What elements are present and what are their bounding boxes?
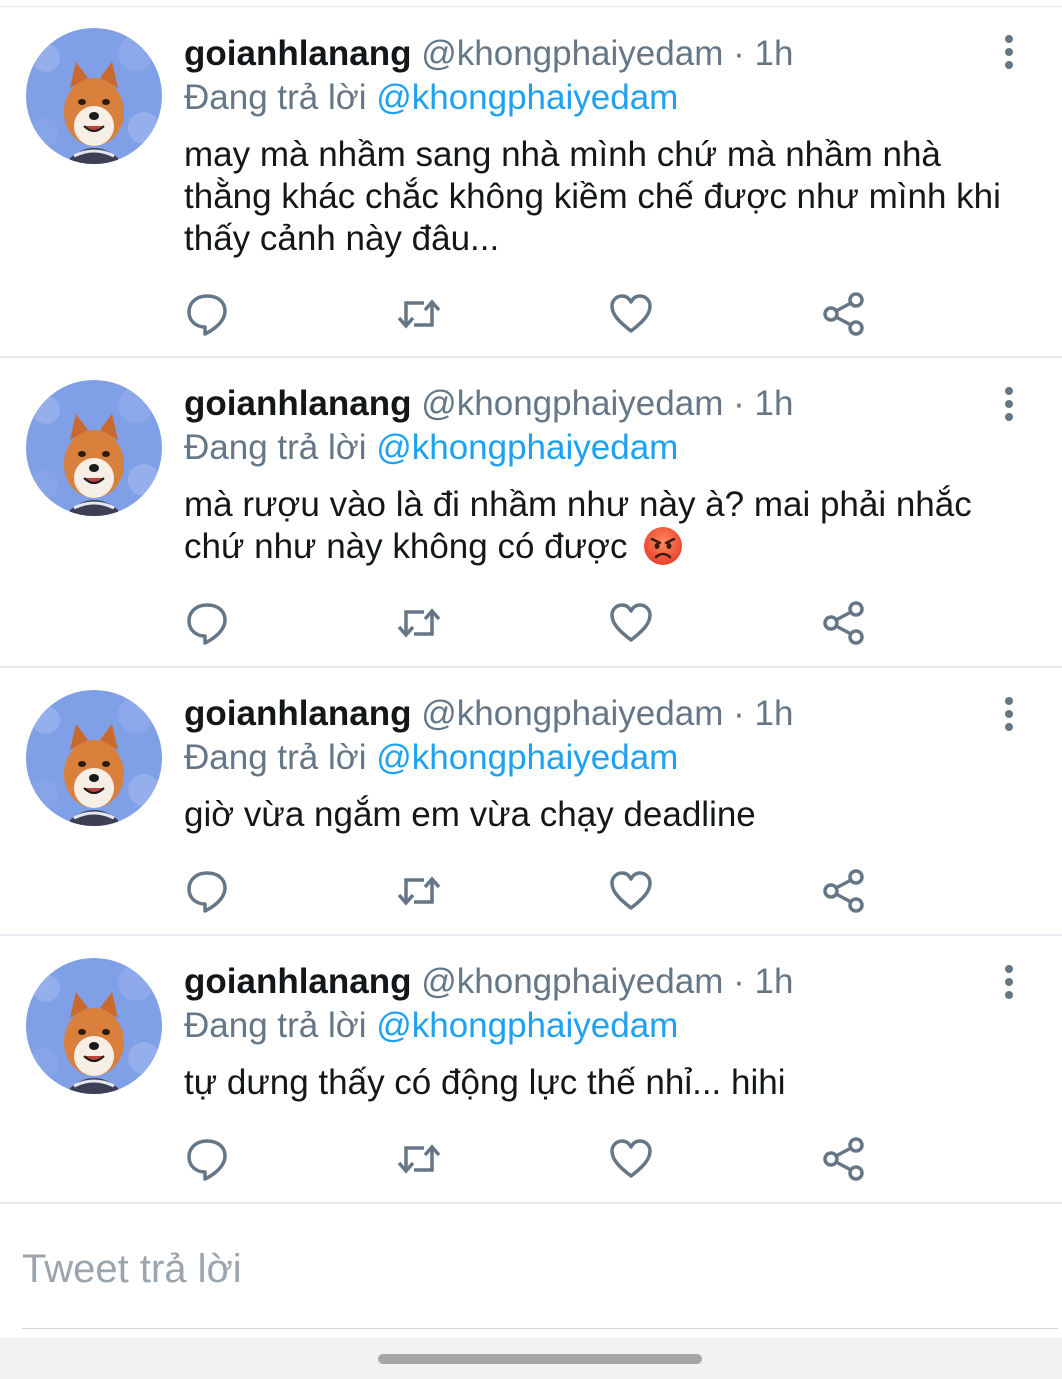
replying-prefix: Đang trả lời	[184, 78, 367, 117]
avatar[interactable]	[26, 28, 162, 164]
share-icon[interactable]	[821, 1136, 867, 1182]
tweet-2[interactable]: goianhlanang @khongphaiyedam · 1h Đang t…	[0, 358, 1062, 668]
separator-dot: ·	[733, 34, 745, 73]
replying-prefix: Đang trả lời	[184, 1006, 367, 1045]
separator-dot: ·	[733, 384, 745, 423]
like-icon[interactable]	[608, 1136, 654, 1182]
user-handle[interactable]: @khongphaiyedam	[421, 694, 723, 733]
replying-to: Đang trả lời @khongphaiyedam	[184, 738, 678, 778]
timestamp[interactable]: 1h	[754, 962, 793, 1001]
angry-face-icon	[643, 526, 683, 566]
reply-icon[interactable]	[184, 291, 230, 337]
timestamp[interactable]: 1h	[754, 694, 793, 733]
display-name[interactable]: goianhlanang	[184, 384, 412, 423]
replying-mention[interactable]: @khongphaiyedam	[376, 78, 678, 117]
tweet-text-content: may mà nhầm sang nhà mình chứ mà nhầm nh…	[184, 135, 1001, 258]
avatar[interactable]	[26, 380, 162, 516]
tweet-actions	[184, 291, 884, 337]
tweet-text: giờ vừa ngắm em vừa chạy deadline	[184, 794, 1014, 836]
tweet-text: tự dưng thấy có động lực thế nhỉ... hihi	[184, 1062, 1014, 1104]
reply-icon[interactable]	[184, 1136, 230, 1182]
tweet-text-content: tự dưng thấy có động lực thế nhỉ... hihi	[184, 1063, 786, 1102]
tweet-text-content: giờ vừa ngắm em vừa chạy deadline	[184, 795, 756, 834]
replying-prefix: Đang trả lời	[184, 428, 367, 467]
replying-to: Đang trả lời @khongphaiyedam	[184, 78, 678, 118]
user-handle[interactable]: @khongphaiyedam	[421, 384, 723, 423]
home-gesture-pill[interactable]	[378, 1354, 702, 1364]
more-options-icon[interactable]	[996, 694, 1022, 734]
more-options-icon[interactable]	[996, 962, 1022, 1002]
tweet-actions	[184, 600, 884, 646]
share-icon[interactable]	[821, 291, 867, 337]
separator-dot: ·	[733, 694, 745, 733]
replying-mention[interactable]: @khongphaiyedam	[376, 1006, 678, 1045]
display-name[interactable]: goianhlanang	[184, 694, 412, 733]
replying-to: Đang trả lời @khongphaiyedam	[184, 1006, 678, 1046]
tweet-actions	[184, 1136, 884, 1182]
retweet-icon[interactable]	[396, 868, 442, 914]
tweet-text: may mà nhầm sang nhà mình chứ mà nhầm nh…	[184, 134, 1014, 260]
retweet-icon[interactable]	[396, 600, 442, 646]
tweet-text-content: mà rượu vào là đi nhầm như này à? mai ph…	[184, 485, 972, 566]
reply-composer[interactable]: Tweet trả lời	[22, 1237, 1058, 1329]
share-icon[interactable]	[821, 600, 867, 646]
user-handle[interactable]: @khongphaiyedam	[421, 962, 723, 1001]
display-name[interactable]: goianhlanang	[184, 34, 412, 73]
retweet-icon[interactable]	[396, 291, 442, 337]
tweet-text: mà rượu vào là đi nhầm như này à? mai ph…	[184, 484, 1014, 568]
tweet-4[interactable]: goianhlanang @khongphaiyedam · 1h Đang t…	[0, 936, 1062, 1204]
like-icon[interactable]	[608, 291, 654, 337]
shiba-avatar-image	[26, 690, 162, 826]
replying-mention[interactable]: @khongphaiyedam	[376, 738, 678, 777]
shiba-avatar-image	[26, 28, 162, 164]
replying-to: Đang trả lời @khongphaiyedam	[184, 428, 678, 468]
retweet-icon[interactable]	[396, 1136, 442, 1182]
timestamp[interactable]: 1h	[754, 384, 793, 423]
more-options-icon[interactable]	[996, 384, 1022, 424]
user-handle[interactable]: @khongphaiyedam	[421, 34, 723, 73]
reply-icon[interactable]	[184, 600, 230, 646]
replying-prefix: Đang trả lời	[184, 738, 367, 777]
shiba-avatar-image	[26, 958, 162, 1094]
display-name[interactable]: goianhlanang	[184, 962, 412, 1001]
tweet-header: goianhlanang @khongphaiyedam · 1h	[184, 962, 793, 1002]
shiba-avatar-image	[26, 380, 162, 516]
separator-dot: ·	[733, 962, 745, 1001]
more-options-icon[interactable]	[996, 32, 1022, 72]
like-icon[interactable]	[608, 600, 654, 646]
tweet-header: goianhlanang @khongphaiyedam · 1h	[184, 384, 793, 424]
tweet-actions	[184, 868, 884, 914]
reply-icon[interactable]	[184, 868, 230, 914]
like-icon[interactable]	[608, 868, 654, 914]
timestamp[interactable]: 1h	[754, 34, 793, 73]
system-nav-bar	[0, 1338, 1062, 1379]
share-icon[interactable]	[821, 868, 867, 914]
reply-input-placeholder[interactable]: Tweet trả lời	[22, 1245, 242, 1293]
replying-mention[interactable]: @khongphaiyedam	[376, 428, 678, 467]
avatar[interactable]	[26, 690, 162, 826]
tweet-3[interactable]: goianhlanang @khongphaiyedam · 1h Đang t…	[0, 668, 1062, 936]
tweet-header: goianhlanang @khongphaiyedam · 1h	[184, 694, 793, 734]
avatar[interactable]	[26, 958, 162, 1094]
tweet-header: goianhlanang @khongphaiyedam · 1h	[184, 34, 793, 74]
tweet-1[interactable]: goianhlanang @khongphaiyedam · 1h Đang t…	[0, 6, 1062, 358]
